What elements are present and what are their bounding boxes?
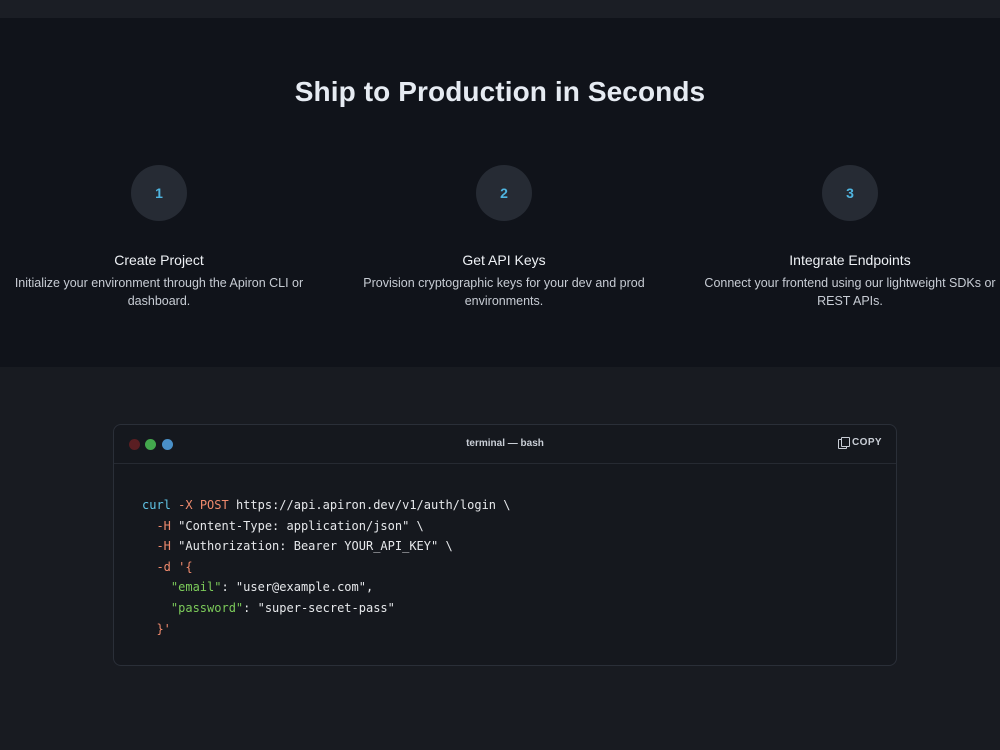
copy-label: COPY <box>852 437 882 448</box>
copy-button[interactable]: COPY <box>838 437 882 449</box>
step-title: Create Project <box>114 252 204 268</box>
step-title: Get API Keys <box>462 252 546 268</box>
step-number-badge: 3 <box>822 165 878 221</box>
step-card-1: 1 Create Project Initialize your environ… <box>9 165 309 310</box>
top-strip <box>0 0 1000 18</box>
copy-icon <box>838 437 851 449</box>
step-card-2: 2 Get API Keys Provision cryptographic k… <box>354 165 654 310</box>
code-line: "password": "super-secret-pass" <box>170 600 395 615</box>
step-title: Integrate Endpoints <box>789 252 911 268</box>
code-block[interactable]: curl -X POST https://api.apiron.dev/v1/a… <box>142 495 510 639</box>
terminal-title: terminal — bash <box>466 438 544 449</box>
step-number-badge: 1 <box>131 165 187 221</box>
step-number-badge: 2 <box>476 165 532 221</box>
section-title: Ship to Production in Seconds <box>294 76 706 107</box>
code-line: -H "Authorization: Bearer YOUR_API_KEY" … <box>156 539 453 554</box>
step-card-3: 3 Integrate Endpoints Connect your front… <box>700 165 1000 310</box>
code-line: "email": "user@example.com", <box>170 580 374 595</box>
step-description: Provision cryptographic keys for your de… <box>363 276 645 308</box>
terminal-header: terminal — bash COPY <box>114 425 896 464</box>
code-line: -d '{ <box>156 559 193 574</box>
step-description: Initialize your environment through the … <box>14 276 304 308</box>
step-description: Connect your frontend using our lightwei… <box>704 276 996 308</box>
steps-section: Ship to Production in Seconds 1 Create P… <box>0 18 1000 367</box>
code-line: curl -X POST https://api.apiron.dev/v1/a… <box>142 498 511 512</box>
terminal-window: terminal — bash COPY curl -X POST https:… <box>113 424 897 666</box>
code-line: -H "Content-Type: application/json" \ <box>156 518 424 533</box>
code-line: }' <box>156 621 171 636</box>
